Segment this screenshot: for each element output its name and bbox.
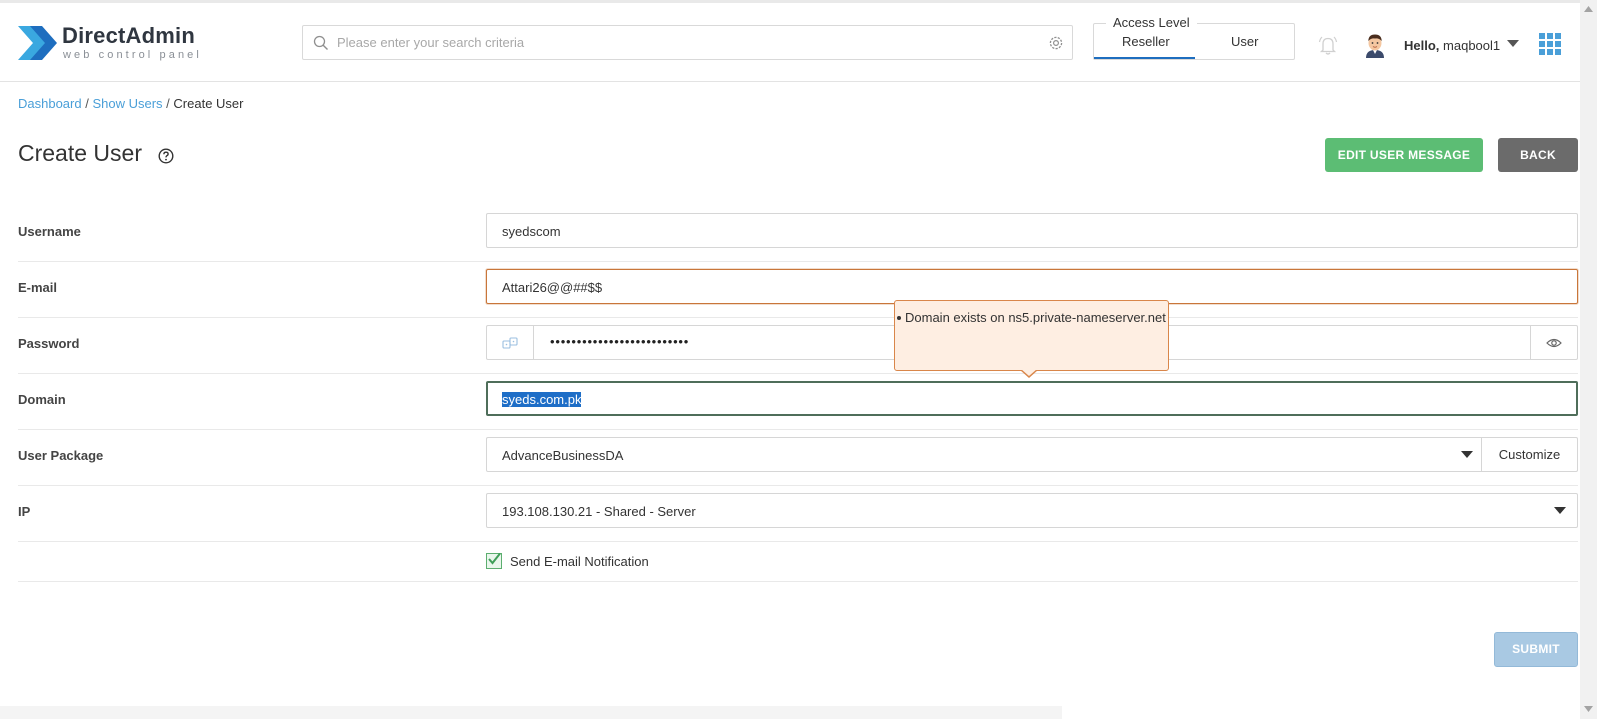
generate-password-button[interactable] bbox=[487, 326, 534, 359]
email-label: E-mail bbox=[18, 280, 58, 295]
send-notification-label: Send E-mail Notification bbox=[510, 554, 649, 569]
form-row-notify bbox=[18, 542, 1578, 582]
domain-value-wrap: syeds.com.pk bbox=[502, 392, 582, 407]
form-row-ip: IP 193.108.130.21 - Shared - Server bbox=[18, 486, 1578, 542]
username-label: Username bbox=[18, 224, 81, 239]
search-icon bbox=[313, 35, 328, 50]
directadmin-logo[interactable]: DirectAdmin web control panel bbox=[18, 22, 208, 66]
ip-select[interactable]: 193.108.130.21 - Shared - Server bbox=[486, 493, 1578, 528]
domain-field[interactable]: syeds.com.pk bbox=[486, 381, 1578, 416]
tooltip-bullet bbox=[897, 316, 901, 320]
access-tab-reseller[interactable]: Reseller bbox=[1122, 34, 1170, 49]
logo-subtitle: web control panel bbox=[63, 49, 202, 61]
greeting-username: maqbool1 bbox=[1443, 38, 1501, 53]
chevron-down-icon bbox=[1461, 451, 1473, 458]
domain-error-tooltip: Domain exists on ns5.private-nameserver.… bbox=[894, 300, 1169, 378]
username-value: syedscom bbox=[502, 224, 561, 239]
scroll-down-arrow-icon[interactable] bbox=[1584, 706, 1593, 712]
password-value: •••••••••••••••••••••••••• bbox=[550, 334, 690, 349]
edit-user-message-button[interactable]: EDIT USER MESSAGE bbox=[1325, 138, 1483, 172]
chevron-down-icon bbox=[1554, 507, 1566, 514]
package-select[interactable]: AdvanceBusinessDA Customize bbox=[486, 437, 1578, 472]
customize-package-button[interactable]: Customize bbox=[1481, 438, 1577, 471]
ip-label: IP bbox=[18, 504, 31, 519]
breadcrumb-current: Create User bbox=[173, 96, 244, 111]
form-row-username: Username syedscom bbox=[18, 206, 1578, 262]
form-row-password: Password •••••••••••••••••••••••••• bbox=[18, 318, 1578, 374]
random-password-icon bbox=[502, 337, 518, 349]
logo-mark-icon bbox=[18, 26, 57, 60]
form-row-domain: Domain syeds.com.pk bbox=[18, 374, 1578, 430]
logo-title: DirectAdmin bbox=[62, 23, 195, 48]
global-search[interactable] bbox=[302, 25, 1073, 60]
submit-button[interactable]: SUBMIT bbox=[1494, 632, 1578, 667]
form-row-email: E-mail Attari26@@##$$ bbox=[18, 262, 1578, 318]
email-value: Attari26@@##$$ bbox=[502, 280, 603, 295]
apps-grid-icon[interactable] bbox=[1538, 32, 1562, 56]
breadcrumb-dashboard[interactable]: Dashboard bbox=[18, 96, 82, 111]
gear-icon[interactable] bbox=[1048, 35, 1064, 51]
checkmark-icon bbox=[488, 552, 501, 565]
domain-value: syeds.com.pk bbox=[502, 392, 582, 407]
password-label: Password bbox=[18, 336, 80, 351]
email-field[interactable]: Attari26@@##$$ bbox=[486, 269, 1578, 304]
user-greeting[interactable]: Hello, maqbool1 bbox=[1404, 38, 1500, 53]
vertical-scrollbar[interactable] bbox=[1580, 0, 1597, 719]
package-label: User Package bbox=[18, 448, 104, 463]
tooltip-message-text: Domain exists on ns5.private-nameserver.… bbox=[905, 310, 1166, 325]
form-row-package: User Package AdvanceBusinessDA Customize bbox=[18, 430, 1578, 486]
top-header: DirectAdmin web control panel Access Lev… bbox=[0, 3, 1580, 82]
domain-label: Domain bbox=[18, 392, 66, 407]
access-tab-user[interactable]: User bbox=[1231, 34, 1258, 49]
scroll-up-arrow-icon[interactable] bbox=[1584, 6, 1593, 12]
tooltip-message: Domain exists on ns5.private-nameserver.… bbox=[897, 310, 1166, 325]
page-title: Create User bbox=[18, 140, 142, 166]
access-level-switcher: Access Level Reseller User bbox=[1093, 15, 1295, 60]
send-notification-checkbox[interactable] bbox=[486, 552, 502, 569]
breadcrumb: Dashboard / Show Users / Create User bbox=[18, 96, 243, 111]
active-tab-indicator bbox=[1094, 57, 1195, 59]
ip-value: 193.108.130.21 - Shared - Server bbox=[502, 504, 696, 519]
access-level-title: Access Level bbox=[1106, 15, 1197, 30]
help-icon[interactable] bbox=[158, 148, 174, 164]
tooltip-arrow-fill bbox=[1021, 369, 1037, 376]
chevron-down-icon[interactable] bbox=[1507, 40, 1519, 48]
package-value: AdvanceBusinessDA bbox=[502, 448, 624, 463]
toggle-password-visibility[interactable] bbox=[1530, 326, 1577, 359]
breadcrumb-show-users[interactable]: Show Users bbox=[92, 96, 162, 111]
search-input[interactable] bbox=[333, 27, 1033, 58]
footer-band bbox=[0, 706, 1062, 719]
bell-icon[interactable] bbox=[1316, 33, 1340, 57]
back-button[interactable]: BACK bbox=[1498, 138, 1578, 172]
username-field[interactable]: syedscom bbox=[486, 213, 1578, 248]
greeting-prefix: Hello, bbox=[1404, 38, 1440, 53]
eye-icon bbox=[1546, 338, 1562, 348]
avatar[interactable] bbox=[1362, 32, 1388, 58]
